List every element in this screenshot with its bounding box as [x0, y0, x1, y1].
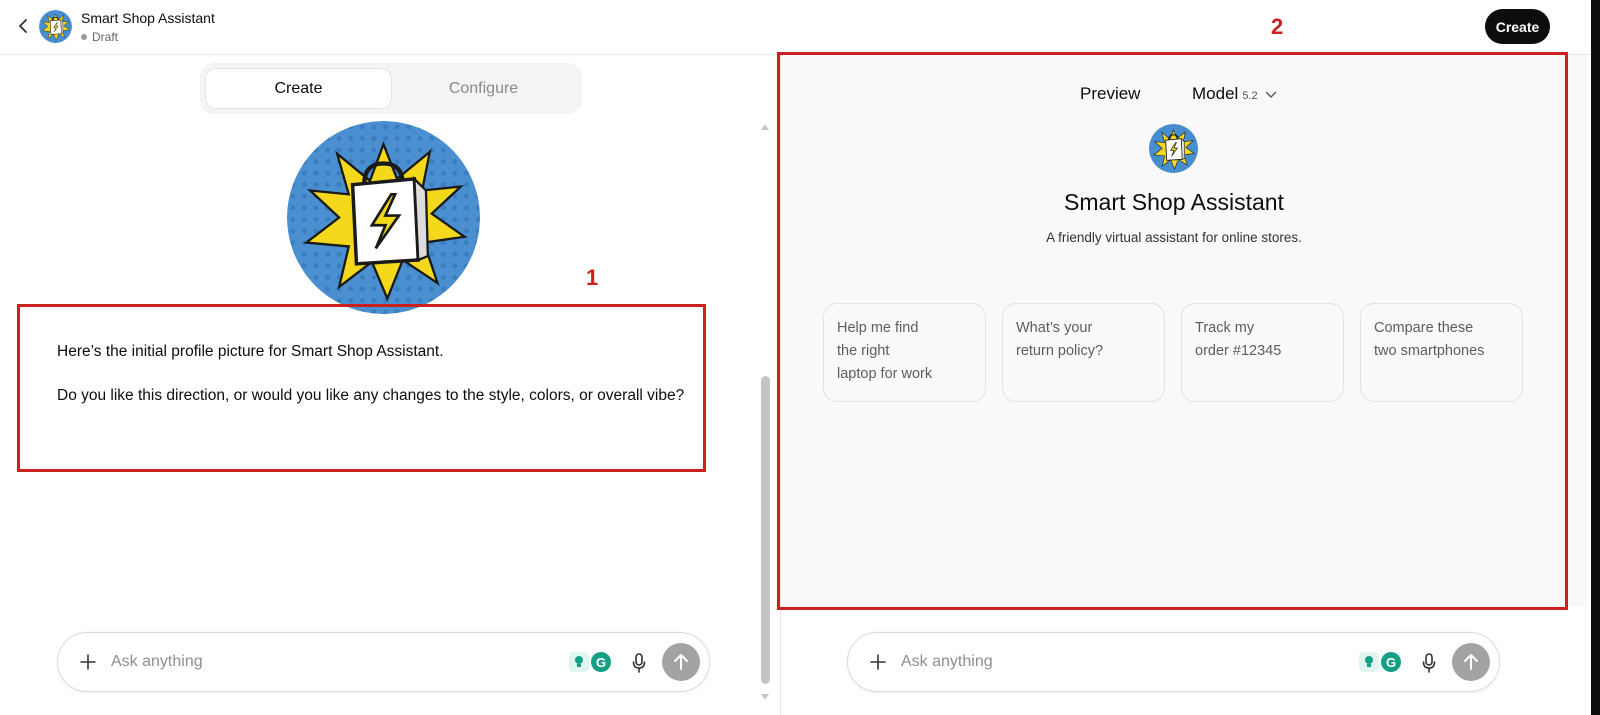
- starter-line: the right: [837, 343, 890, 359]
- create-button[interactable]: Create: [1485, 9, 1550, 44]
- starter-line: two smartphones: [1374, 343, 1485, 359]
- grammarly-icon[interactable]: G: [591, 652, 611, 672]
- gpt-title: Smart Shop Assistant: [81, 10, 215, 26]
- preview-gpt-description: A friendly virtual assistant for online …: [1046, 230, 1302, 245]
- preview-message-input[interactable]: [901, 649, 1281, 675]
- chevron-down-icon: [1265, 91, 1276, 98]
- annotation-number-2: 2: [1271, 14, 1284, 39]
- send-button[interactable]: [1452, 643, 1490, 681]
- microphone-icon: [632, 653, 646, 673]
- chevron-left-icon: [19, 19, 27, 33]
- attach-button[interactable]: [866, 650, 890, 674]
- lightbulb-icon[interactable]: [569, 652, 589, 672]
- scroll-up-arrow[interactable]: [761, 124, 769, 130]
- shopping-bag-lightning-icon: [39, 10, 72, 43]
- send-button[interactable]: [662, 643, 700, 681]
- starter-line: Compare these: [1374, 320, 1474, 336]
- shopping-bag-lightning-icon: [287, 121, 480, 314]
- arrow-up-icon: [674, 654, 688, 670]
- grammarly-icon[interactable]: G: [1381, 652, 1401, 672]
- message-input[interactable]: [111, 649, 491, 675]
- model-selector[interactable]: Model 5.2: [1192, 84, 1277, 104]
- preview-composer: G: [847, 632, 1500, 692]
- back-button[interactable]: [12, 14, 34, 38]
- editor-tabs: Create Configure: [200, 63, 582, 114]
- attach-button[interactable]: [76, 650, 100, 674]
- draft-status: Draft: [81, 30, 118, 44]
- scrollbar-thumb[interactable]: [761, 376, 770, 684]
- starter-line: order #12345: [1195, 343, 1282, 359]
- annotation-number-1: 1: [586, 265, 599, 290]
- editor-composer: G: [57, 632, 710, 692]
- conversation-starter-1[interactable]: Help me find the right laptop for work: [823, 303, 986, 402]
- shopping-bag-lightning-icon: [1149, 124, 1198, 173]
- conversation-starter-4[interactable]: Compare these two smartphones: [1360, 303, 1523, 402]
- microphone-icon: [1422, 653, 1436, 673]
- scroll-down-arrow[interactable]: [761, 694, 769, 700]
- preview-avatar: [1149, 124, 1198, 173]
- starter-line: return policy?: [1016, 343, 1104, 359]
- starter-line: Help me find: [837, 320, 919, 336]
- tab-configure[interactable]: Configure: [391, 69, 576, 108]
- extension-icons: G: [569, 652, 613, 674]
- conversation-starter-3[interactable]: Track my order #12345: [1181, 303, 1344, 402]
- status-label: Draft: [92, 30, 119, 44]
- profile-picture: [287, 121, 480, 314]
- preview-title: Preview: [1080, 84, 1141, 103]
- starter-line: laptop for work: [837, 366, 933, 382]
- window-edge: [1591, 0, 1600, 715]
- preview-gpt-name: Smart Shop Assistant: [1064, 189, 1284, 215]
- conversation-starter-2[interactable]: What’s your return policy?: [1002, 303, 1165, 402]
- model-version: 5.2: [1242, 90, 1258, 102]
- plus-icon: [80, 654, 96, 670]
- status-dot: [81, 34, 87, 40]
- annotation-box-1: [17, 304, 706, 472]
- extension-icons: G: [1359, 652, 1403, 674]
- tab-create[interactable]: Create: [206, 69, 391, 108]
- starter-line: What’s your: [1016, 320, 1093, 336]
- model-label: Model: [1192, 84, 1239, 103]
- lightbulb-icon[interactable]: [1359, 652, 1379, 672]
- starter-line: Track my: [1195, 320, 1255, 336]
- plus-icon: [870, 654, 886, 670]
- voice-button[interactable]: [627, 650, 651, 676]
- top-bar: Smart Shop Assistant Draft Create: [0, 0, 1600, 55]
- arrow-up-icon: [1464, 654, 1478, 670]
- voice-button[interactable]: [1417, 650, 1441, 676]
- gpt-avatar: [39, 10, 72, 43]
